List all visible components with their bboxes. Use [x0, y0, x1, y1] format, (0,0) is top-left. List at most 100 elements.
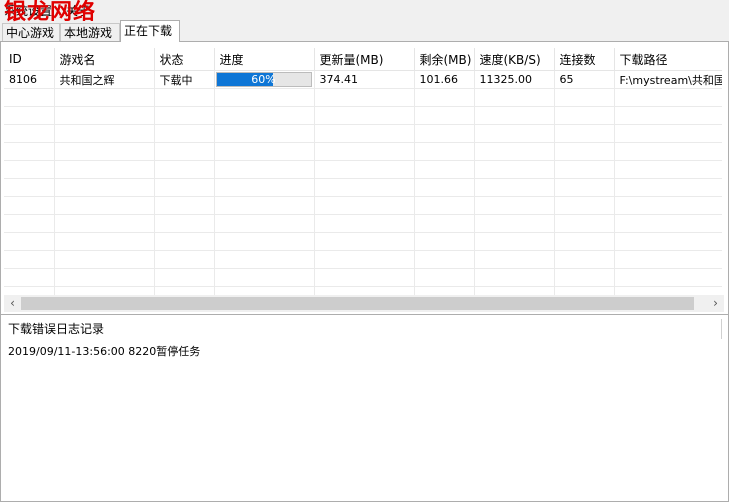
cell-empty — [4, 268, 55, 287]
table-row-empty — [4, 196, 722, 215]
col-header-update-size[interactable]: 更新量(MB) — [314, 48, 415, 71]
cell-empty — [554, 214, 615, 233]
cell-empty — [154, 232, 215, 251]
cell-empty — [154, 214, 215, 233]
cell-empty — [414, 232, 475, 251]
cell-empty — [414, 196, 475, 215]
cell-empty — [4, 124, 55, 143]
cell-empty — [554, 250, 615, 269]
cell-empty — [474, 214, 555, 233]
tab-bar: 中心游戏 本地游戏 正在下载 — [0, 20, 729, 42]
cell-empty — [554, 142, 615, 161]
tab-downloading[interactable]: 正在下载 — [120, 20, 180, 42]
cell-empty — [54, 178, 155, 197]
cell-empty — [414, 124, 475, 143]
cell-empty — [474, 178, 555, 197]
cell-empty — [4, 232, 55, 251]
cell-empty — [314, 142, 415, 161]
cell-speed: 11325.00 — [474, 70, 555, 89]
cell-empty — [614, 214, 722, 233]
scroll-left-icon[interactable]: ‹ — [4, 295, 21, 312]
scroll-right-icon[interactable]: › — [707, 295, 724, 312]
cell-empty — [54, 232, 155, 251]
col-header-status[interactable]: 状态 — [154, 48, 215, 71]
tab-local-games[interactable]: 本地游戏 — [60, 23, 120, 41]
cell-empty — [614, 160, 722, 179]
cell-empty — [554, 232, 615, 251]
cell-empty — [554, 106, 615, 125]
col-header-game-name[interactable]: 游戏名 — [54, 48, 155, 71]
cell-empty — [554, 178, 615, 197]
cell-empty — [4, 214, 55, 233]
cell-connections: 65 — [554, 70, 615, 89]
col-header-speed[interactable]: 速度(KB/S) — [474, 48, 555, 71]
cell-empty — [614, 106, 722, 125]
cell-empty — [554, 160, 615, 179]
cell-id: 8106 — [4, 70, 55, 89]
col-header-progress[interactable]: 进度 — [214, 48, 315, 71]
cell-empty — [474, 124, 555, 143]
log-scrollbar[interactable] — [721, 319, 722, 339]
cell-empty — [474, 196, 555, 215]
table-row-empty — [4, 232, 722, 251]
cell-empty — [214, 250, 315, 269]
table-row-empty — [4, 124, 722, 143]
cell-progress: 60% — [214, 70, 315, 89]
cell-empty — [474, 88, 555, 107]
log-entry: 2019/09/11-13:56:00 8220暂停任务 — [8, 345, 201, 358]
scrollbar-thumb[interactable] — [21, 297, 694, 310]
cell-empty — [4, 160, 55, 179]
cell-empty — [214, 196, 315, 215]
cell-empty — [314, 232, 415, 251]
table-row-empty — [4, 106, 722, 125]
cell-empty — [4, 88, 55, 107]
cell-empty — [214, 232, 315, 251]
cell-empty — [214, 106, 315, 125]
col-header-path[interactable]: 下载路径 — [614, 48, 722, 71]
error-log-panel: 下载错误日志记录 2019/09/11-13:56:00 8220暂停任务 — [0, 314, 729, 502]
cell-empty — [214, 142, 315, 161]
cell-empty — [474, 232, 555, 251]
cell-empty — [314, 196, 415, 215]
cell-empty — [414, 214, 475, 233]
tab-center-games[interactable]: 中心游戏 — [2, 23, 60, 41]
cell-empty — [154, 178, 215, 197]
cell-empty — [154, 160, 215, 179]
col-header-remaining[interactable]: 剩余(MB) — [414, 48, 475, 71]
download-table: ID 游戏名 状态 进度 更新量(MB) 剩余(MB) 速度(KB/S) 连接数… — [4, 48, 722, 297]
horizontal-scrollbar[interactable]: ‹ › — [4, 295, 724, 312]
table-row-empty — [4, 160, 722, 179]
cell-update-size: 374.41 — [314, 70, 415, 89]
progress-label: 60% — [251, 73, 276, 86]
cell-empty — [554, 268, 615, 287]
cell-empty — [54, 214, 155, 233]
cell-empty — [554, 124, 615, 143]
cell-empty — [4, 250, 55, 269]
cell-empty — [614, 178, 722, 197]
cell-empty — [54, 160, 155, 179]
cell-empty — [554, 88, 615, 107]
table-row-empty — [4, 88, 722, 107]
download-list-panel: ID 游戏名 状态 进度 更新量(MB) 剩余(MB) 速度(KB/S) 连接数… — [0, 41, 729, 315]
table-row-empty — [4, 178, 722, 197]
cell-empty — [414, 250, 475, 269]
cell-path: F:\mystream\共和国之辉 — [614, 70, 722, 89]
cell-empty — [314, 106, 415, 125]
cell-empty — [414, 178, 475, 197]
cell-empty — [414, 268, 475, 287]
cell-empty — [614, 250, 722, 269]
table-row[interactable]: 8106 共和国之辉 下载中 60% 374.41 101.66 11325.0… — [4, 70, 722, 89]
progress-bar: 60% — [215, 72, 312, 87]
cell-empty — [154, 268, 215, 287]
cell-empty — [614, 124, 722, 143]
cell-empty — [314, 268, 415, 287]
log-title: 下载错误日志记录 — [8, 322, 105, 336]
col-header-id[interactable]: ID — [4, 48, 55, 71]
cell-empty — [614, 88, 722, 107]
menu-bar: 系统设置 关于 — [0, 0, 729, 18]
cell-empty — [314, 214, 415, 233]
cell-empty — [4, 142, 55, 161]
col-header-connections[interactable]: 连接数 — [554, 48, 615, 71]
download-grid: ID 游戏名 状态 进度 更新量(MB) 剩余(MB) 速度(KB/S) 连接数… — [4, 48, 722, 297]
cell-empty — [474, 268, 555, 287]
